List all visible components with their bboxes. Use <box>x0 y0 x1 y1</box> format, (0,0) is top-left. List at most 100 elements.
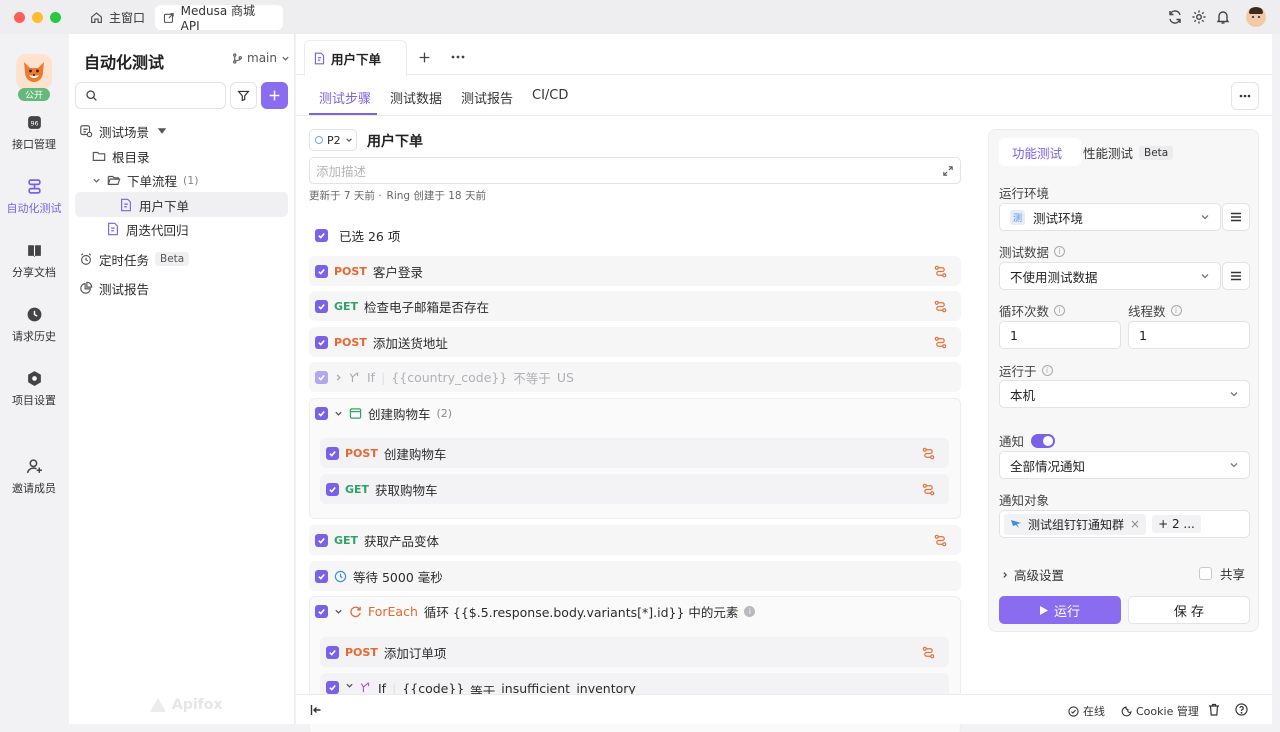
link-api-icon[interactable] <box>934 265 947 278</box>
step-checkbox[interactable] <box>315 370 328 384</box>
branch-selector[interactable]: main <box>232 51 290 65</box>
tab-performance-test[interactable]: 性能测试 Beta <box>1083 143 1174 162</box>
tab-test-report[interactable]: 测试报告 <box>461 88 513 107</box>
step-checkbox[interactable] <box>315 264 328 278</box>
maximize-window-button[interactable] <box>50 12 61 23</box>
step-checkbox[interactable] <box>326 446 339 460</box>
link-api-icon[interactable] <box>934 300 947 313</box>
avatar[interactable] <box>1246 7 1266 27</box>
collapse-sidebar-icon[interactable] <box>310 704 322 716</box>
step-row[interactable]: POST 创建购物车 <box>320 438 949 468</box>
foreach-header[interactable]: ForEach 循环 {{$.5.response.body.variants[… <box>309 596 961 626</box>
rail-item-settings[interactable]: 项目设置 <box>0 370 68 408</box>
cookie-manager[interactable]: Cookie 管理 <box>1121 703 1199 719</box>
data-select[interactable]: 不使用测试数据 <box>999 262 1221 290</box>
step-checkbox[interactable] <box>315 335 328 349</box>
refresh-icon[interactable] <box>1167 9 1183 25</box>
more-tabs-icon[interactable] <box>451 55 465 59</box>
tree-item-reports[interactable]: 测试报告 <box>79 276 149 300</box>
condition-row[interactable]: If | {{code}} 等于 insufficient_inventory <box>320 673 949 699</box>
expand-icon[interactable] <box>943 166 953 176</box>
step-checkbox[interactable] <box>315 406 328 420</box>
link-api-icon[interactable] <box>934 336 947 349</box>
chevron-down-icon[interactable] <box>345 681 354 690</box>
link-api-icon[interactable] <box>922 483 935 496</box>
info-icon[interactable]: i <box>1054 246 1066 257</box>
select-all-checkbox[interactable] <box>315 229 328 242</box>
step-row[interactable]: GET 获取购物车 <box>320 474 949 504</box>
link-api-icon[interactable] <box>922 447 935 460</box>
env-manage-button[interactable] <box>1222 203 1250 231</box>
info-icon[interactable]: i <box>1054 305 1066 316</box>
step-row[interactable]: GET 获取产品变体 <box>309 525 961 555</box>
advanced-settings-toggle[interactable]: 高级设置 <box>1001 565 1064 584</box>
tree-item-order-flow[interactable]: 下单流程 (1) <box>92 168 199 192</box>
more-actions-button[interactable] <box>1231 82 1259 110</box>
remove-chip-icon[interactable]: × <box>1130 517 1140 531</box>
step-row[interactable]: GET 检查电子邮箱是否存在 <box>309 291 961 321</box>
select-all-row[interactable]: 已选 26 项 <box>315 226 400 245</box>
scenario-name[interactable]: 用户下单 <box>367 131 423 151</box>
info-icon[interactable]: i <box>1041 365 1053 376</box>
tab-ci-cd[interactable]: CI/CD <box>532 88 568 103</box>
runon-select[interactable]: 本机 <box>999 380 1250 408</box>
chevron-right-icon[interactable] <box>334 373 343 382</box>
rail-item-invite[interactable]: 邀请成员 <box>0 458 68 496</box>
env-select[interactable]: 测 测试环境 <box>999 203 1221 231</box>
rail-item-automation[interactable]: 自动化测试 <box>0 178 68 216</box>
step-checkbox[interactable] <box>315 569 328 583</box>
gear-icon[interactable] <box>1191 9 1207 25</box>
notify-target-select[interactable]: 测试组钉钉通知群 × + 2 ... <box>999 510 1250 538</box>
rail-item-docs[interactable]: 分享文档 <box>0 242 68 280</box>
link-api-icon[interactable] <box>934 534 947 547</box>
trash-icon[interactable] <box>1208 703 1220 716</box>
doc-tab-user-order[interactable]: 用户下单 <box>304 40 407 76</box>
step-checkbox[interactable] <box>315 533 328 547</box>
run-button[interactable]: 运行 <box>999 596 1121 624</box>
more-targets-chip[interactable]: + 2 ... <box>1152 515 1201 533</box>
data-manage-button[interactable] <box>1222 262 1250 290</box>
thread-count-input[interactable]: 1 <box>1128 321 1250 349</box>
save-button[interactable]: 保 存 <box>1128 596 1250 624</box>
step-checkbox[interactable] <box>326 681 339 694</box>
priority-selector[interactable]: P2 <box>309 129 357 151</box>
add-button[interactable] <box>261 82 288 109</box>
notify-toggle[interactable] <box>1031 433 1056 448</box>
bell-icon[interactable] <box>1215 9 1231 25</box>
checkbox-box[interactable] <box>1199 567 1212 580</box>
tree-item-user-order[interactable]: 用户下单 <box>119 193 189 217</box>
step-checkbox[interactable] <box>315 299 328 313</box>
minimize-window-button[interactable] <box>32 12 43 23</box>
tree-item-scenarios[interactable]: 测试场景 <box>79 119 169 143</box>
online-status[interactable]: 在线 <box>1068 703 1105 719</box>
tree-item-weekly[interactable]: 周迭代回归 <box>106 217 189 241</box>
project-tab[interactable]: Medusa 商城 API <box>155 4 283 33</box>
group-header[interactable]: 创建购物车 (2) <box>309 398 961 428</box>
share-checkbox[interactable]: 共享 <box>1199 564 1245 583</box>
chevron-down-icon[interactable] <box>334 607 343 616</box>
step-row[interactable]: POST 客户登录 <box>309 256 961 286</box>
tab-functional-test[interactable]: 功能测试 <box>1012 143 1062 162</box>
filter-button[interactable] <box>230 82 257 109</box>
step-row-disabled[interactable]: If | {{country_code}} 不等于 US <box>309 362 961 392</box>
step-checkbox[interactable] <box>326 482 339 496</box>
rail-item-history[interactable]: 请求历史 <box>0 306 68 344</box>
step-checkbox[interactable] <box>315 604 328 618</box>
step-checkbox[interactable] <box>326 645 339 659</box>
tab-test-data[interactable]: 测试数据 <box>390 88 442 107</box>
add-tab-icon[interactable] <box>418 51 431 64</box>
info-icon[interactable]: i <box>744 605 756 617</box>
close-window-button[interactable] <box>14 12 25 23</box>
tab-test-steps[interactable]: 测试步骤 <box>319 88 371 107</box>
rail-item-api[interactable]: 96 接口管理 <box>0 114 68 152</box>
project-avatar[interactable] <box>16 54 52 90</box>
step-row[interactable]: POST 添加送货地址 <box>309 327 961 357</box>
description-input[interactable]: 添加描述 <box>309 157 961 184</box>
home-tab[interactable]: 主窗口 <box>82 5 153 30</box>
notify-select[interactable]: 全部情况通知 <box>999 451 1250 479</box>
search-input[interactable] <box>75 82 226 109</box>
link-api-icon[interactable] <box>922 646 935 659</box>
step-row[interactable]: 等待 5000 毫秒 <box>309 561 961 591</box>
loop-count-input[interactable]: 1 <box>999 321 1121 349</box>
tree-item-scheduled[interactable]: 定时任务 Beta <box>79 247 190 271</box>
